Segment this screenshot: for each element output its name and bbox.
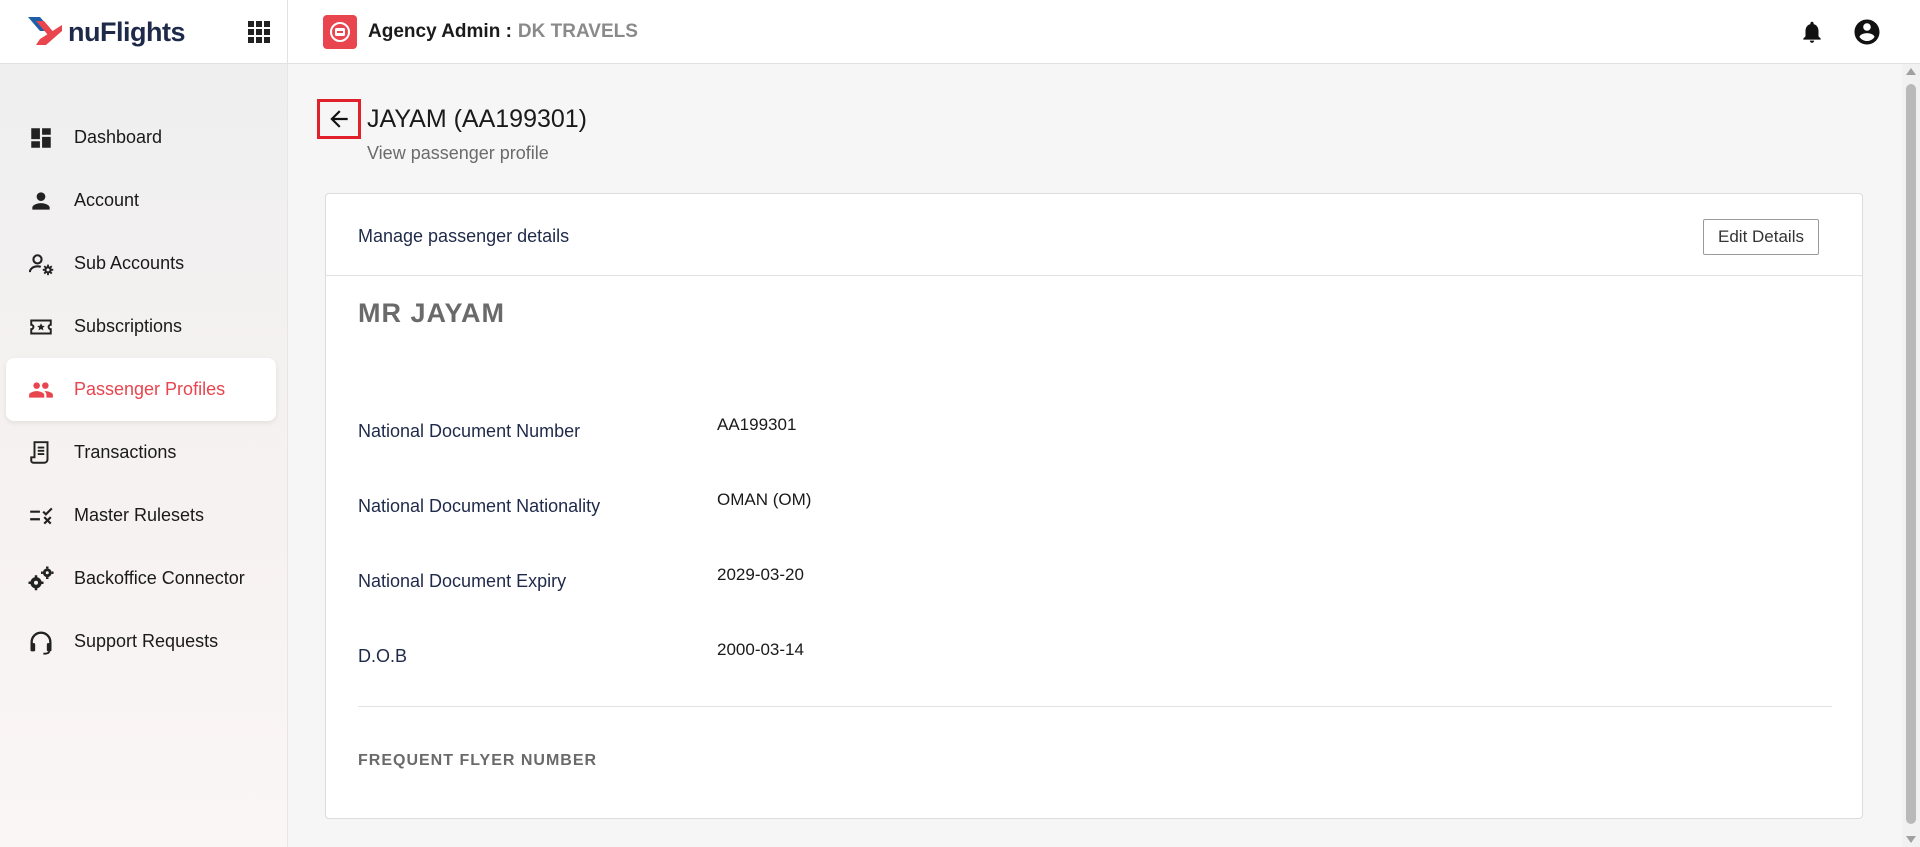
sidebar-item-label: Transactions xyxy=(74,442,177,462)
agency-icon xyxy=(323,15,357,49)
dashboard-icon xyxy=(26,123,56,153)
scroll-thumb[interactable] xyxy=(1906,84,1916,824)
frequent-flyer-heading: FREQUENT FLYER NUMBER xyxy=(358,752,598,769)
sidebar-item-account[interactable]: Account xyxy=(6,169,276,232)
brand-name: nuFlights xyxy=(68,16,185,47)
sidebar-item-master-rulesets[interactable]: Master Rulesets xyxy=(6,484,276,547)
nuflights-logo-icon xyxy=(28,17,62,45)
page-subtitle: View passenger profile xyxy=(367,143,549,163)
gears-icon xyxy=(26,564,56,594)
card-header-title: Manage passenger details xyxy=(358,226,570,246)
sidebar-item-sub-accounts[interactable]: Sub Accounts xyxy=(6,232,276,295)
edit-details-button[interactable]: Edit Details xyxy=(1703,219,1819,255)
sidebar-item-subscriptions[interactable]: Subscriptions xyxy=(6,295,276,358)
bell-icon[interactable] xyxy=(1799,18,1825,46)
user-gear-icon xyxy=(26,249,56,279)
account-circle-icon[interactable] xyxy=(1852,17,1882,47)
sidebar-nav: Dashboard Account Sub Accounts Subscript… xyxy=(6,106,276,673)
detail-row: National Document Number AA199301 xyxy=(358,415,1838,446)
top-bar: nuFlights Agency Admin : DK TRAVELS xyxy=(0,0,1920,64)
receipt-icon xyxy=(26,438,56,468)
vertical-scrollbar[interactable] xyxy=(1902,64,1920,847)
detail-label: National Document Number xyxy=(358,421,581,441)
main-content: JAYAM (AA199301) View passenger profile … xyxy=(288,64,1902,847)
headset-icon xyxy=(26,627,56,657)
detail-label: National Document Expiry xyxy=(358,571,567,591)
sidebar-item-support-requests[interactable]: Support Requests xyxy=(6,610,276,673)
topbar-divider xyxy=(287,0,288,64)
ticket-star-icon xyxy=(26,312,56,342)
detail-row: D.O.B 2000-03-14 xyxy=(358,640,1838,671)
sidebar-item-passenger-profiles[interactable]: Passenger Profiles xyxy=(6,358,276,421)
detail-row: National Document Nationality OMAN (OM) xyxy=(358,490,1838,521)
detail-value: OMAN (OM) xyxy=(717,490,812,509)
sidebar-item-label: Sub Accounts xyxy=(74,253,185,273)
brand-logo[interactable]: nuFlights xyxy=(26,14,185,50)
sidebar-item-label: Dashboard xyxy=(74,127,163,147)
sidebar-item-label: Support Requests xyxy=(74,631,219,651)
detail-row: National Document Expiry 2029-03-20 xyxy=(358,565,1838,596)
back-button[interactable] xyxy=(317,99,361,139)
detail-value: 2000-03-14 xyxy=(717,640,804,659)
page-title: JAYAM (AA199301) xyxy=(367,105,588,133)
sidebar-item-label: Subscriptions xyxy=(74,316,183,336)
sidebar: Dashboard Account Sub Accounts Subscript… xyxy=(0,64,288,847)
section-divider xyxy=(358,706,1832,707)
scroll-down-arrow-icon[interactable] xyxy=(1906,836,1916,843)
sidebar-item-label: Passenger Profiles xyxy=(74,379,226,399)
sidebar-item-label: Backoffice Connector xyxy=(74,568,245,588)
scroll-up-arrow-icon[interactable] xyxy=(1906,68,1916,75)
detail-label: D.O.B xyxy=(358,646,408,666)
detail-value: 2029-03-20 xyxy=(717,565,804,584)
arrow-left-icon xyxy=(330,110,348,128)
sidebar-item-label: Master Rulesets xyxy=(74,505,205,525)
agency-header: Agency Admin : DK TRAVELS xyxy=(323,14,638,50)
people-icon xyxy=(26,375,56,405)
sidebar-item-label: Account xyxy=(74,190,140,210)
passenger-name: MR JAYAM xyxy=(358,298,506,328)
detail-label: National Document Nationality xyxy=(358,496,601,516)
agency-label: Agency Admin : xyxy=(368,21,512,42)
apps-grid-icon[interactable] xyxy=(245,18,273,46)
checklist-icon xyxy=(26,501,56,531)
sidebar-item-dashboard[interactable]: Dashboard xyxy=(6,106,276,169)
sidebar-item-backoffice-connector[interactable]: Backoffice Connector xyxy=(6,547,276,610)
detail-value: AA199301 xyxy=(717,415,797,434)
passenger-details-card: Manage passenger details Edit Details MR… xyxy=(325,193,1863,819)
sidebar-item-transactions[interactable]: Transactions xyxy=(6,421,276,484)
agency-name: DK TRAVELS xyxy=(517,21,638,42)
person-icon xyxy=(26,186,56,216)
card-header: Manage passenger details Edit Details xyxy=(326,194,1862,276)
